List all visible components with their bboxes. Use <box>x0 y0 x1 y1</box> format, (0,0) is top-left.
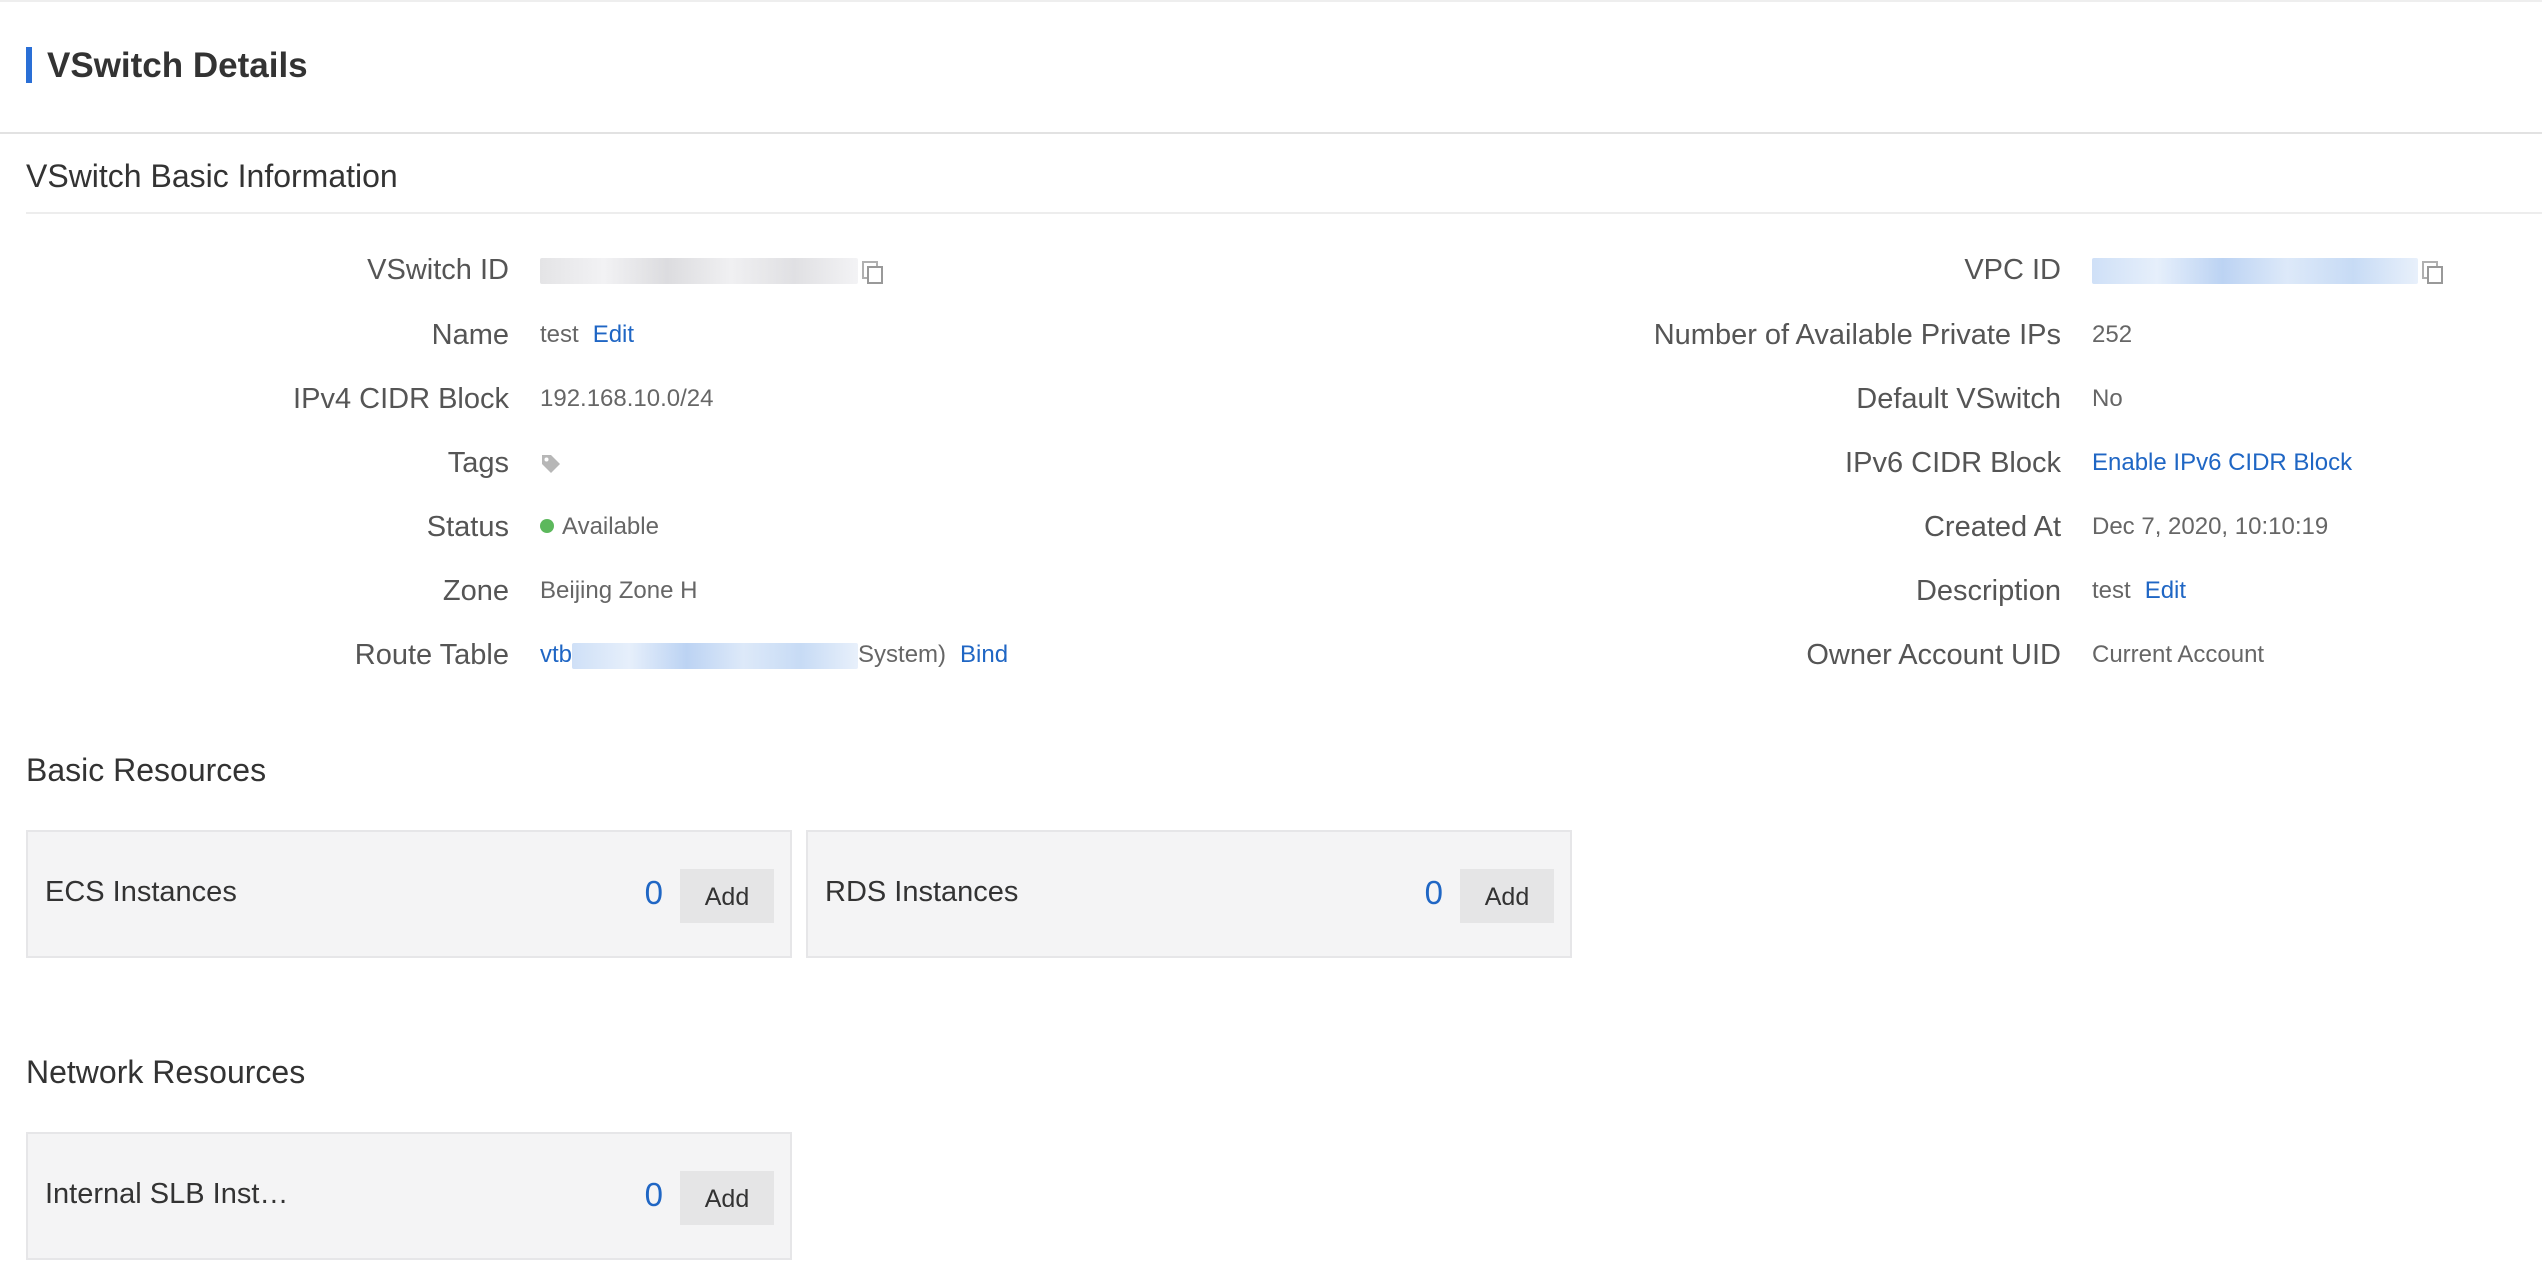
ecs-instances-label: ECS Instances <box>45 876 237 908</box>
default-vswitch-value: No <box>2092 385 2123 412</box>
card-rds-instances: RDS Instances 0 Add <box>806 830 1572 958</box>
row-ipv4-cidr: IPv4 CIDR Block 192.168.10.0/24 <box>0 377 1100 421</box>
section-divider <box>26 212 2542 214</box>
redacted-vswitch-id <box>540 257 858 284</box>
row-ipv6-cidr: IPv6 CIDR Block Enable IPv6 CIDR Block <box>1200 441 2542 485</box>
bind-route-table-link[interactable]: Bind <box>960 641 1008 668</box>
description-text: test <box>2092 577 2131 604</box>
tag-icon[interactable] <box>540 453 562 475</box>
row-vpc-id: VPC ID <box>1200 248 2542 292</box>
row-route-table: Route Table vtb System) Bind <box>0 633 1100 677</box>
rds-instances-count[interactable]: 0 <box>1425 872 1443 914</box>
ipv4-cidr-value: 192.168.10.0/24 <box>540 385 714 412</box>
redacted-vpc-id[interactable] <box>2092 257 2418 284</box>
description-value: test Edit <box>2092 569 2186 613</box>
label-tags: Tags <box>447 447 509 479</box>
route-table-id-prefix[interactable]: vtb <box>540 641 572 668</box>
tags-value <box>540 441 562 485</box>
row-tags: Tags <box>0 441 1100 485</box>
section-title-network-resources: Network Resources <box>26 1054 306 1090</box>
copy-icon[interactable] <box>862 260 883 284</box>
row-zone: Zone Beijing Zone H <box>0 569 1100 613</box>
add-rds-button[interactable]: Add <box>1460 869 1554 923</box>
ecs-instances-count[interactable]: 0 <box>645 872 663 914</box>
row-owner-uid: Owner Account UID Current Account <box>1200 633 2542 677</box>
row-created-at: Created At Dec 7, 2020, 10:10:19 <box>1200 505 2542 549</box>
redacted-route-table-id <box>572 642 859 669</box>
row-available-ips: Number of Available Private IPs 252 <box>1200 313 2542 357</box>
label-created-at: Created At <box>1923 511 2061 543</box>
section-title-basic-resources: Basic Resources <box>26 752 267 788</box>
label-zone: Zone <box>442 575 509 607</box>
route-table-suffix: System) <box>858 641 947 668</box>
label-available-ips: Number of Available Private IPs <box>1653 319 2061 351</box>
label-vswitch-id: VSwitch ID <box>367 254 509 286</box>
zone-value: Beijing Zone H <box>540 577 698 604</box>
row-default-vswitch: Default VSwitch No <box>1200 377 2542 421</box>
vswitch-id-value <box>540 248 883 292</box>
row-description: Description test Edit <box>1200 569 2542 613</box>
label-description: Description <box>1915 575 2061 607</box>
add-ecs-button[interactable]: Add <box>680 869 774 923</box>
add-slb-button[interactable]: Add <box>680 1171 774 1225</box>
page-title: VSwitch Details <box>47 46 308 85</box>
status-value: Available <box>540 505 659 549</box>
label-name: Name <box>431 319 509 351</box>
card-ecs-instances: ECS Instances 0 Add <box>26 830 792 958</box>
created-at-value: Dec 7, 2020, 10:10:19 <box>2092 513 2329 540</box>
rds-instances-label: RDS Instances <box>825 876 1019 908</box>
row-vswitch-id: VSwitch ID <box>0 248 1100 292</box>
owner-uid-value: Current Account <box>2092 641 2265 668</box>
available-ips-value: 252 <box>2092 321 2133 348</box>
enable-ipv6-link[interactable]: Enable IPv6 CIDR Block <box>2092 441 2352 485</box>
internal-slb-count[interactable]: 0 <box>645 1174 663 1216</box>
row-name: Name test Edit <box>0 313 1100 357</box>
label-owner-uid: Owner Account UID <box>1806 639 2061 671</box>
vpc-id-value <box>2092 248 2443 292</box>
title-accent-bar <box>26 47 32 83</box>
label-ipv4-cidr: IPv4 CIDR Block <box>293 383 509 415</box>
section-title-basic-info: VSwitch Basic Information <box>26 158 398 194</box>
label-route-table: Route Table <box>354 639 509 671</box>
name-text: test <box>540 321 579 348</box>
edit-name-link[interactable]: Edit <box>593 321 634 348</box>
name-value: test Edit <box>540 313 634 357</box>
status-available-dot <box>540 518 554 533</box>
internal-slb-label: Internal SLB Inst… <box>45 1178 289 1210</box>
label-vpc-id: VPC ID <box>1964 254 2061 286</box>
page-header: VSwitch Details <box>0 0 2542 134</box>
status-text: Available <box>562 513 659 540</box>
card-internal-slb: Internal SLB Inst… 0 Add <box>26 1132 792 1260</box>
label-default-vswitch: Default VSwitch <box>1856 383 2061 415</box>
row-status: Status Available <box>0 505 1100 549</box>
edit-description-link[interactable]: Edit <box>2145 577 2186 604</box>
route-table-value: vtb System) Bind <box>540 633 1008 677</box>
copy-icon[interactable] <box>2422 260 2443 284</box>
label-ipv6-cidr: IPv6 CIDR Block <box>1845 447 2061 479</box>
label-status: Status <box>426 511 509 543</box>
